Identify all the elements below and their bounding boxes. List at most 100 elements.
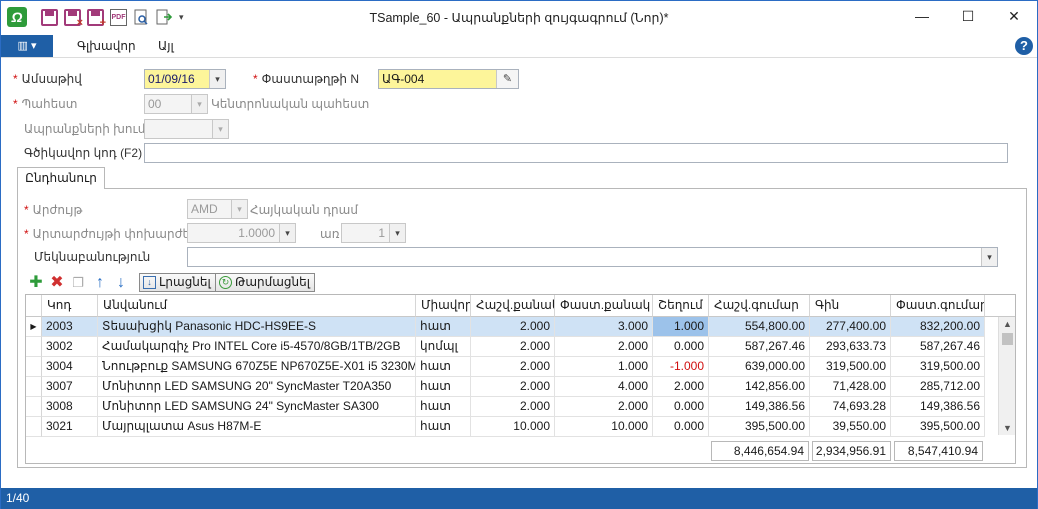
cell-book-amount[interactable]: 639,000.00: [709, 357, 810, 377]
export-icon[interactable]: [156, 9, 173, 26]
chevron-down-icon[interactable]: ▾: [981, 248, 997, 266]
help-icon[interactable]: ?: [1015, 37, 1033, 55]
cell-name[interactable]: Մոնիտոր LED SAMSUNG 24" SyncMaster SA300: [98, 397, 416, 417]
cell-name[interactable]: Նոութբուք SAMSUNG 670Z5E NP670Z5E-X01 i5…: [98, 357, 416, 377]
pdf-export-icon[interactable]: PDF: [110, 9, 127, 26]
cell-code[interactable]: 3008: [42, 397, 98, 417]
cell-name[interactable]: Համակարգիչ Pro INTEL Core i5-4570/8GB/1T…: [98, 337, 416, 357]
chevron-down-icon[interactable]: ▾: [212, 120, 228, 138]
row-indicator[interactable]: ▶: [26, 317, 42, 337]
cell-code[interactable]: 3021: [42, 417, 98, 437]
cell-price[interactable]: 277,400.00: [810, 317, 891, 337]
cell-actual-qty[interactable]: 2.000: [555, 397, 653, 417]
date-field[interactable]: 01/09/16 ▾: [144, 69, 226, 89]
save-new-icon[interactable]: [87, 9, 106, 29]
cell-book-amount[interactable]: 142,856.00: [709, 377, 810, 397]
comment-field[interactable]: ▾: [187, 247, 998, 267]
cell-unit[interactable]: կոմպլ: [416, 337, 471, 357]
cell-unit[interactable]: հատ: [416, 397, 471, 417]
scroll-down-icon[interactable]: ▼: [999, 421, 1015, 435]
chevron-down-icon[interactable]: ▾: [389, 224, 405, 242]
column-header-name[interactable]: Անվանում: [98, 295, 416, 317]
add-icon[interactable]: ✚: [27, 274, 45, 292]
table-row[interactable]: ▶ 2003 Տեսախցիկ Panasonic HDC-HS9EE-S հատ 2.…: [26, 317, 998, 337]
row-indicator[interactable]: [26, 417, 42, 437]
magic-wand-icon[interactable]: ✎: [496, 70, 518, 88]
per-field[interactable]: 1 ▾: [341, 223, 406, 243]
cell-actual-qty[interactable]: 3.000: [555, 317, 653, 337]
cell-unit[interactable]: հատ: [416, 357, 471, 377]
cell-actual-qty[interactable]: 10.000: [555, 417, 653, 437]
cell-price[interactable]: 71,428.00: [810, 377, 891, 397]
menu-item-main[interactable]: Գլխավոր: [77, 39, 136, 53]
cell-name[interactable]: Տեսախցիկ Panasonic HDC-HS9EE-S: [98, 317, 416, 337]
cell-code[interactable]: 3007: [42, 377, 98, 397]
main-menu-button[interactable]: ▥ ▾: [1, 35, 53, 57]
row-indicator[interactable]: [26, 377, 42, 397]
cell-unit[interactable]: հատ: [416, 377, 471, 397]
refresh-button[interactable]: ↻ Թարմացնել: [215, 273, 315, 292]
row-indicator[interactable]: [26, 337, 42, 357]
cell-deviation[interactable]: 0.000: [653, 397, 709, 417]
cell-book-amount[interactable]: 554,800.00: [709, 317, 810, 337]
fill-button[interactable]: ↓ Լրացնել: [139, 273, 216, 292]
cell-book-qty[interactable]: 10.000: [471, 417, 555, 437]
chevron-down-icon[interactable]: ▾: [191, 95, 207, 113]
cell-actual-qty[interactable]: 1.000: [555, 357, 653, 377]
cell-name[interactable]: Մոնիտոր LED SAMSUNG 20" SyncMaster T20A3…: [98, 377, 416, 397]
cell-code[interactable]: 3004: [42, 357, 98, 377]
currency-field[interactable]: AMD ▾: [187, 199, 248, 219]
cell-unit[interactable]: հատ: [416, 317, 471, 337]
cell-name[interactable]: Մայրպլատա Asus H87M-E: [98, 417, 416, 437]
row-indicator[interactable]: [26, 397, 42, 417]
cell-price[interactable]: 74,693.28: [810, 397, 891, 417]
copy-icon[interactable]: ❐: [69, 274, 87, 292]
cell-book-qty[interactable]: 2.000: [471, 377, 555, 397]
customize-toolbar-icon[interactable]: ▾: [179, 9, 189, 26]
cell-code[interactable]: 2003: [42, 317, 98, 337]
cell-price[interactable]: 39,550.00: [810, 417, 891, 437]
preview-icon[interactable]: [133, 9, 150, 26]
cell-price[interactable]: 293,633.73: [810, 337, 891, 357]
chevron-down-icon[interactable]: ▾: [231, 200, 247, 218]
table-row[interactable]: 3008 Մոնիտոր LED SAMSUNG 24" SyncMaster S…: [26, 397, 998, 417]
cell-book-amount[interactable]: 395,500.00: [709, 417, 810, 437]
cell-deviation[interactable]: 0.000: [653, 337, 709, 357]
scroll-up-icon[interactable]: ▲: [999, 317, 1015, 331]
cell-deviation[interactable]: 1.000: [653, 317, 709, 337]
column-header-code[interactable]: Կոդ: [42, 295, 98, 317]
cell-unit[interactable]: հատ: [416, 417, 471, 437]
row-indicator[interactable]: [26, 357, 42, 377]
cell-actual-qty[interactable]: 4.000: [555, 377, 653, 397]
table-row[interactable]: 3007 Մոնիտոր LED SAMSUNG 20" SyncMaster T…: [26, 377, 998, 397]
scroll-thumb[interactable]: [1002, 333, 1013, 345]
cell-book-qty[interactable]: 2.000: [471, 337, 555, 357]
column-header-book-qty[interactable]: Հաշվ.քանակ: [471, 295, 555, 317]
column-header-actual-qty[interactable]: Փաստ.քանակ: [555, 295, 653, 317]
cell-book-amount[interactable]: 587,267.46: [709, 337, 810, 357]
cell-deviation[interactable]: 0.000: [653, 417, 709, 437]
column-header-actual-amount[interactable]: Փաստ.գումար: [891, 295, 985, 317]
cell-deviation[interactable]: -1.000: [653, 357, 709, 377]
save-icon[interactable]: [41, 9, 58, 26]
cell-actual-amount[interactable]: 285,712.00: [891, 377, 985, 397]
cell-deviation[interactable]: 2.000: [653, 377, 709, 397]
cell-price[interactable]: 319,500.00: [810, 357, 891, 377]
column-header-deviation[interactable]: Շեղում: [653, 295, 709, 317]
cell-book-qty[interactable]: 2.000: [471, 357, 555, 377]
cell-book-amount[interactable]: 149,386.56: [709, 397, 810, 417]
warehouse-field[interactable]: 00 ▾: [144, 94, 208, 114]
vertical-scrollbar[interactable]: ▲ ▼: [998, 317, 1015, 435]
barcode-input[interactable]: [144, 143, 1008, 163]
chevron-down-icon[interactable]: ▾: [209, 70, 225, 88]
cell-actual-qty[interactable]: 2.000: [555, 337, 653, 357]
cell-book-qty[interactable]: 2.000: [471, 397, 555, 417]
app-logo-icon[interactable]: Ω: [7, 7, 27, 27]
cell-code[interactable]: 3002: [42, 337, 98, 357]
cell-actual-amount[interactable]: 319,500.00: [891, 357, 985, 377]
delete-icon[interactable]: ✖: [48, 274, 66, 292]
arrow-down-icon[interactable]: ↓: [112, 274, 130, 292]
column-header-price[interactable]: Գին: [810, 295, 891, 317]
cell-actual-amount[interactable]: 149,386.56: [891, 397, 985, 417]
table-row[interactable]: 3002 Համակարգիչ Pro INTEL Core i5-4570/8G…: [26, 337, 998, 357]
